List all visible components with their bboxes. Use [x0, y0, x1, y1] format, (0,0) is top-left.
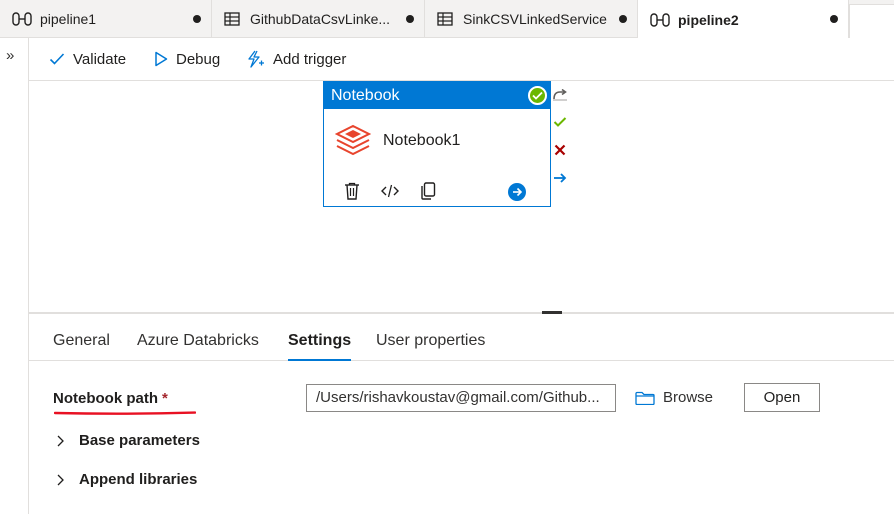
debug-button[interactable]: Debug [154, 48, 220, 70]
unsaved-dot [830, 15, 838, 23]
pipeline-icon [12, 11, 32, 27]
base-parameters-label: Base parameters [79, 432, 200, 449]
tab-label: GithubDataCsvLinke... [250, 11, 391, 27]
chevron-right-icon [57, 435, 69, 447]
on-success-connector-icon[interactable] [551, 113, 569, 131]
append-libraries-label: Append libraries [79, 471, 198, 488]
tab-general[interactable]: General [53, 332, 110, 350]
tab-user-properties[interactable]: User properties [376, 332, 485, 350]
editor-tab-strip: pipeline1 GithubDataCsvLinke... SinkCSVL… [0, 0, 894, 39]
append-libraries-expander[interactable]: Append libraries [57, 471, 197, 488]
activity-body: Notebook1 [324, 109, 550, 207]
activity-actions [342, 181, 456, 201]
notebook-path-label: Notebook path * [53, 390, 168, 407]
unsaved-dot [193, 15, 201, 23]
debug-label: Debug [176, 50, 221, 68]
browse-button[interactable]: Browse [635, 389, 713, 406]
properties-tabs: General Azure Databricks Settings User p… [29, 314, 894, 361]
base-parameters-expander[interactable]: Base parameters [57, 432, 200, 449]
clone-icon[interactable] [418, 181, 438, 201]
expand-panel-icon[interactable]: » [6, 48, 14, 64]
lightning-icon [248, 50, 264, 68]
on-completion-connector-icon[interactable] [551, 169, 569, 187]
notebook-path-input[interactable]: /Users/rishavkoustav@gmail.com/Github... [306, 384, 616, 412]
validate-label: Validate [73, 50, 127, 68]
table-icon [222, 11, 242, 27]
tab-label: pipeline1 [40, 11, 97, 27]
on-failure-connector-icon[interactable] [551, 141, 569, 159]
success-check-icon [528, 86, 547, 105]
add-trigger-label: Add trigger [273, 50, 347, 68]
properties-panel: General Azure Databricks Settings User p… [29, 314, 894, 514]
pipeline-toolbar: Validate Debug Add trigger [29, 38, 894, 81]
validate-button[interactable]: Validate [49, 48, 126, 70]
tab-pipeline2[interactable]: pipeline2 [638, 0, 849, 39]
tab-label: SinkCSVLinkedService [463, 11, 607, 27]
on-skip-connector-icon[interactable] [551, 86, 569, 104]
left-rail: » [0, 38, 29, 514]
open-button[interactable]: Open [744, 383, 820, 412]
activity-header: Notebook [324, 82, 550, 109]
tab-label: pipeline2 [678, 11, 739, 28]
notebook-path-label-text: Notebook path [53, 390, 158, 407]
delete-icon[interactable] [342, 181, 362, 201]
activity-name: Notebook1 [383, 132, 461, 149]
tab-sink-csv-linked-service[interactable]: SinkCSVLinkedService [425, 0, 638, 38]
tab-github-data-csv-linked-service[interactable]: GithubDataCsvLinke... [212, 0, 425, 38]
red-underline-annotation [54, 411, 196, 415]
tab-strip-empty-area [849, 4, 894, 38]
notebook-activity[interactable]: Notebook Notebook1 [323, 81, 551, 207]
databricks-icon [334, 124, 372, 163]
chevron-right-icon [57, 474, 69, 486]
play-icon [155, 51, 168, 67]
add-trigger-button[interactable]: Add trigger [246, 48, 346, 70]
unsaved-dot [619, 15, 627, 23]
activity-type-label: Notebook [331, 86, 400, 104]
tab-azure-databricks[interactable]: Azure Databricks [137, 332, 259, 350]
folder-icon [635, 391, 655, 405]
code-icon[interactable] [380, 181, 400, 201]
table-icon [435, 11, 455, 27]
unsaved-dot [406, 15, 414, 23]
tab-pipeline1[interactable]: pipeline1 [0, 0, 212, 38]
tab-settings[interactable]: Settings [288, 332, 352, 361]
pipeline-icon [650, 12, 670, 28]
browse-label: Browse [663, 389, 714, 406]
go-to-activity-icon[interactable] [508, 183, 526, 201]
pipeline-canvas[interactable]: Notebook Notebook1 [29, 81, 894, 312]
required-marker: * [162, 390, 168, 407]
checkmark-icon [49, 53, 65, 65]
